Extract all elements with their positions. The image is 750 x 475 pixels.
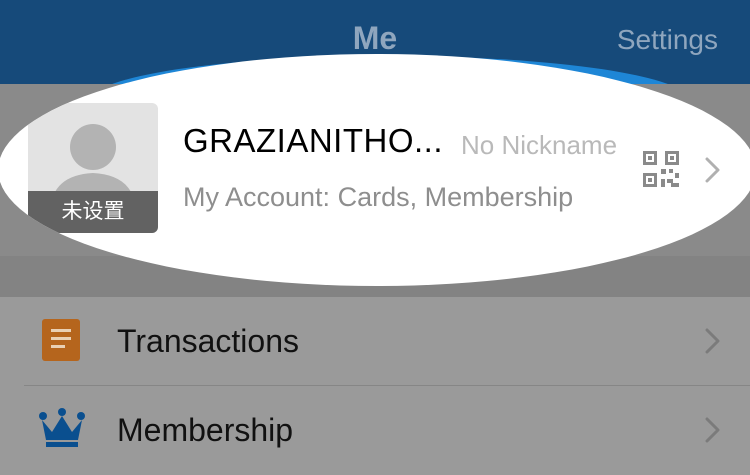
list-item-transactions[interactable]: Transactions (0, 297, 750, 386)
avatar-label: 未设置 (61, 200, 125, 223)
list-item-label: Transactions (117, 323, 299, 359)
avatar[interactable]: 未设置 (28, 103, 158, 233)
account-summary: My Account: Cards, Membership (183, 182, 574, 212)
chevron-right-icon (705, 328, 720, 354)
nickname: No Nickname (461, 130, 618, 160)
receipt-icon (42, 319, 80, 361)
crown-icon (39, 408, 85, 447)
qr-code-icon[interactable] (643, 151, 679, 187)
list-item-label: Membership (117, 412, 294, 448)
profile-spotlight: 未设置 GRAZIANITHO... No Nickname My Accoun… (0, 54, 750, 286)
settings-button[interactable]: Settings (617, 24, 718, 56)
profile-card[interactable]: 未设置 GRAZIANITHO... No Nickname My Accoun… (0, 54, 750, 286)
username: GRAZIANITHO... (183, 122, 444, 159)
chevron-right-icon (705, 417, 720, 443)
menu-list: Transactions Membership (0, 297, 750, 475)
list-item-membership[interactable]: Membership (0, 386, 750, 474)
chevron-right-icon (705, 157, 720, 183)
